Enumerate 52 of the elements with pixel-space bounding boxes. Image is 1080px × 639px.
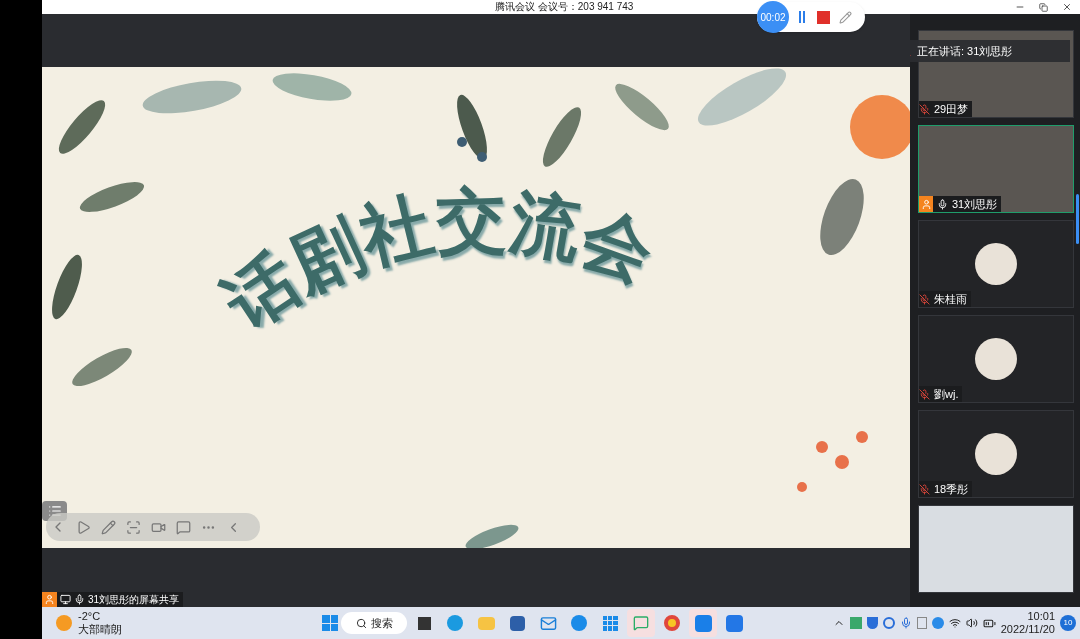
- search-icon: [355, 617, 367, 629]
- search-field[interactable]: 搜索: [341, 612, 407, 634]
- slide-title: 话剧社交流会: [211, 180, 664, 344]
- pen-icon[interactable]: [839, 10, 852, 24]
- mic-icon: [74, 594, 85, 605]
- participant-tile[interactable]: 朱桂雨: [918, 220, 1074, 308]
- participant-tile[interactable]: 31刘思彤: [918, 125, 1074, 213]
- screen-icon: [60, 594, 71, 605]
- tray-pin-icon[interactable]: [931, 617, 944, 629]
- participant-name: 29田梦: [934, 101, 969, 117]
- speaking-banner: 正在讲话: 31刘思彤: [910, 40, 1070, 62]
- participant-name: 18季彤: [934, 481, 969, 497]
- notification-badge[interactable]: 10: [1060, 615, 1076, 631]
- play-icon[interactable]: [76, 519, 91, 535]
- windows-logo-icon[interactable]: [322, 615, 338, 631]
- clock-date[interactable]: 2022/11/20: [1000, 623, 1055, 636]
- participant-tile[interactable]: 18季彤: [918, 410, 1074, 498]
- avatar-placeholder: [975, 243, 1017, 285]
- participant-tile[interactable]: [918, 505, 1074, 593]
- participant-tile[interactable]: 劉wj.: [918, 315, 1074, 403]
- volume-icon[interactable]: [965, 617, 978, 629]
- tray-sync-icon[interactable]: [882, 617, 895, 629]
- close-icon[interactable]: [1062, 2, 1072, 12]
- input-method-icon[interactable]: [916, 617, 927, 629]
- participant-name: 31刘思彤: [952, 196, 998, 212]
- tray-shield-icon[interactable]: [866, 617, 878, 629]
- chat-icon[interactable]: [176, 519, 191, 535]
- restore-icon[interactable]: [1039, 2, 1048, 12]
- avatar-placeholder: [975, 433, 1017, 475]
- bottom-leaf-drawing: [465, 524, 519, 548]
- pause-icon[interactable]: [799, 11, 805, 23]
- avatar-placeholder: [975, 338, 1017, 380]
- weather-icon: [56, 615, 72, 631]
- wifi-icon[interactable]: [948, 617, 961, 629]
- window-title: 腾讯会议 会议号：203 941 743: [495, 2, 634, 12]
- meeting-app-icon[interactable]: [689, 609, 717, 637]
- list-icon: [47, 504, 62, 518]
- weather-text: 大部晴朗: [78, 623, 122, 636]
- host-icon: [42, 592, 57, 607]
- participant-name: 朱桂雨: [934, 291, 967, 307]
- screenshot-icon[interactable]: [126, 519, 141, 535]
- mic-icon[interactable]: [899, 617, 912, 629]
- chat-app-icon[interactable]: [627, 609, 655, 637]
- participant-name: 劉wj.: [934, 386, 959, 402]
- temperature: -2°C: [78, 610, 102, 623]
- scrollbar[interactable]: [1076, 194, 1079, 244]
- stop-icon[interactable]: [817, 10, 830, 24]
- tray-app-icon[interactable]: [849, 617, 862, 629]
- clock-time[interactable]: 10:01: [1027, 610, 1055, 623]
- pen-icon[interactable]: [101, 519, 116, 535]
- share-label: 31刘思彤的屏幕共享: [42, 592, 184, 607]
- berries-drawing: [797, 431, 868, 492]
